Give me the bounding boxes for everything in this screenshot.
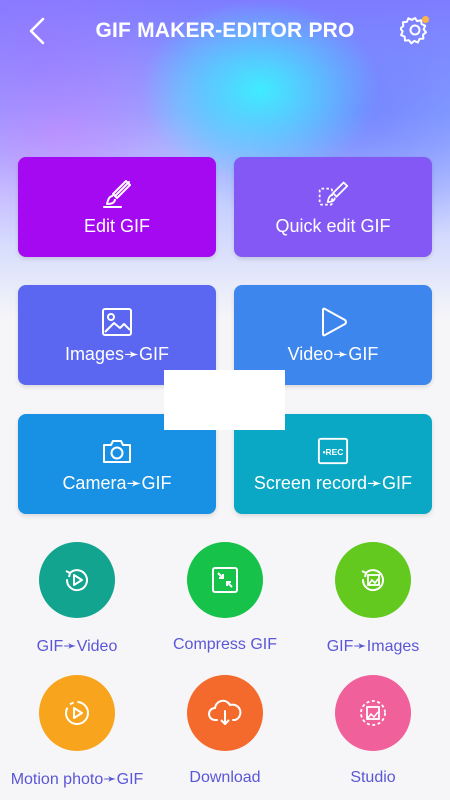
gif-to-video-icon xyxy=(39,542,115,618)
compress-icon xyxy=(187,542,263,618)
gif-to-images-icon xyxy=(335,542,411,618)
settings-button[interactable] xyxy=(398,13,432,47)
tile-label: Edit GIF xyxy=(83,215,150,236)
gif-to-video-button[interactable]: GIF➛Video xyxy=(2,542,152,656)
tile-label: Camera➛GIF xyxy=(62,472,172,493)
edit-gif-button[interactable]: Edit GIF xyxy=(18,157,216,257)
download-button[interactable]: Download xyxy=(150,675,300,787)
circle-label: GIF➛Video xyxy=(36,638,118,655)
image-icon xyxy=(101,306,133,338)
tile-label: Screen record➛GIF xyxy=(253,472,413,493)
play-icon xyxy=(317,306,349,338)
ad-placeholder xyxy=(164,370,285,430)
circle-label: Compress GIF xyxy=(172,636,277,653)
rec-badge-text: •REC xyxy=(323,446,344,456)
tile-label: Images➛GIF xyxy=(64,343,170,364)
top-bar: GIF MAKER-EDITOR PRO xyxy=(0,0,450,62)
circle-label: Motion photo➛GIF xyxy=(10,771,144,788)
tile-label: Video➛GIF xyxy=(287,343,379,364)
camera-icon xyxy=(101,435,133,467)
rec-icon: •REC xyxy=(317,435,349,467)
brush-icon xyxy=(101,178,133,210)
tile-label: Quick edit GIF xyxy=(275,215,391,236)
motion-photo-icon xyxy=(39,675,115,751)
studio-icon xyxy=(335,675,411,751)
quick-edit-gif-button[interactable]: Quick edit GIF xyxy=(234,157,432,257)
app-title: GIF MAKER-EDITOR PRO xyxy=(95,19,355,42)
back-button[interactable] xyxy=(22,16,52,46)
compress-gif-button[interactable]: Compress GIF xyxy=(150,542,300,654)
circle-label: GIF➛Images xyxy=(326,638,420,655)
chevron-left-icon xyxy=(29,17,45,45)
motion-photo-to-gif-button[interactable]: Motion photo➛GIF xyxy=(2,675,152,789)
circle-label: Download xyxy=(189,769,261,786)
studio-button[interactable]: Studio xyxy=(298,675,448,787)
circle-label: Studio xyxy=(350,769,396,786)
lasso-brush-icon xyxy=(317,178,349,210)
gif-to-images-button[interactable]: GIF➛Images xyxy=(298,542,448,656)
notification-dot xyxy=(422,16,429,23)
download-cloud-icon xyxy=(187,675,263,751)
